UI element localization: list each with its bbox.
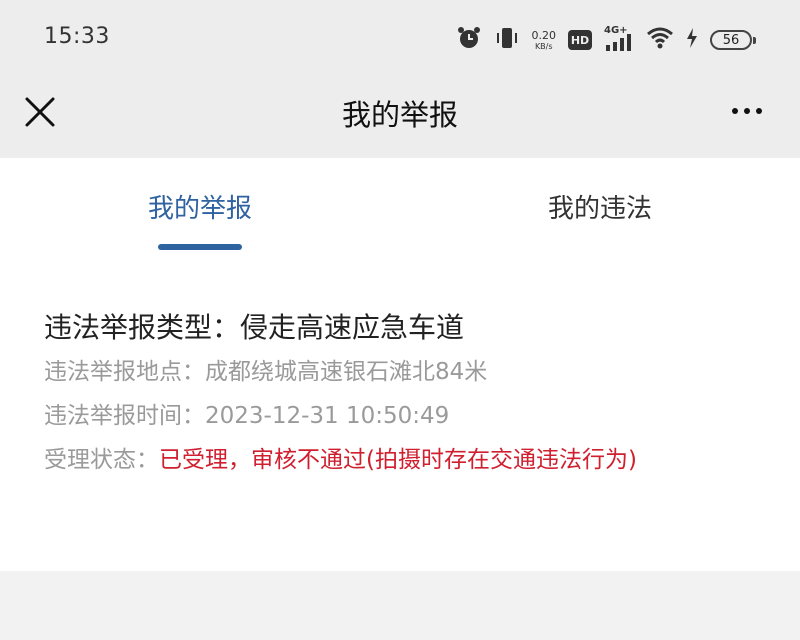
more-dot bbox=[744, 108, 750, 114]
report-status-label: 受理状态： bbox=[44, 447, 159, 473]
page-title: 我的举报 bbox=[341, 98, 458, 132]
report-type-label: 违法举报类型： bbox=[44, 311, 241, 344]
status-time: 15:33 bbox=[44, 24, 110, 49]
hd-icon: HD bbox=[568, 30, 592, 50]
status-icons: 0.20 KB/s HD 4G+ 56 bbox=[456, 22, 756, 58]
report-time-label: 违法举报时间： bbox=[44, 403, 205, 429]
bottom-background bbox=[0, 571, 800, 640]
battery-level: 56 bbox=[722, 32, 740, 48]
report-location-value: 成都绕城高速银石滩北84米 bbox=[205, 359, 488, 385]
more-button[interactable] bbox=[722, 94, 772, 128]
network-speed-icon: 0.20 KB/s bbox=[532, 30, 557, 51]
content-card: 我的举报 我的违法 违法举报类型：侵走高速应急车道 违法举报地点：成都绕城高速银… bbox=[0, 158, 800, 571]
report-type-row: 违法举报类型：侵走高速应急车道 bbox=[44, 308, 764, 348]
vibrate-icon bbox=[494, 25, 520, 55]
tab-my-violations[interactable]: 我的违法 bbox=[400, 188, 800, 225]
report-status-value: 已受理，审核不通过(拍摄时存在交通违法行为) bbox=[159, 447, 637, 473]
report-status-row: 受理状态：已受理，审核不通过(拍摄时存在交通违法行为) bbox=[44, 440, 764, 480]
report-time-row: 违法举报时间：2023-12-31 10:50:49 bbox=[44, 396, 764, 436]
report-item[interactable]: 违法举报类型：侵走高速应急车道 违法举报地点：成都绕城高速银石滩北84米 违法举… bbox=[44, 308, 764, 480]
nav-bar: 我的举报 bbox=[0, 80, 800, 158]
alarm-icon bbox=[456, 25, 482, 55]
network-speed-unit: KB/s bbox=[534, 41, 553, 51]
status-bar: 15:33 0.20 KB/s HD 4G+ 56 bbox=[0, 0, 800, 80]
charging-icon bbox=[686, 27, 698, 53]
more-dot bbox=[732, 108, 738, 114]
tab-bar: 我的举报 我的违法 bbox=[0, 158, 800, 258]
signal-4g-icon: 4G+ bbox=[604, 25, 634, 53]
network-speed-value: 0.20 bbox=[531, 28, 557, 42]
report-type-value: 侵走高速应急车道 bbox=[240, 311, 465, 344]
report-location-row: 违法举报地点：成都绕城高速银石滩北84米 bbox=[44, 352, 764, 392]
report-location-label: 违法举报地点： bbox=[44, 359, 205, 385]
more-dot bbox=[756, 108, 762, 114]
wifi-icon bbox=[646, 26, 674, 54]
battery-icon: 56 bbox=[710, 30, 756, 50]
tab-my-reports[interactable]: 我的举报 bbox=[0, 188, 400, 225]
report-time-value: 2023-12-31 10:50:49 bbox=[205, 403, 450, 429]
tab-active-indicator bbox=[158, 244, 242, 250]
